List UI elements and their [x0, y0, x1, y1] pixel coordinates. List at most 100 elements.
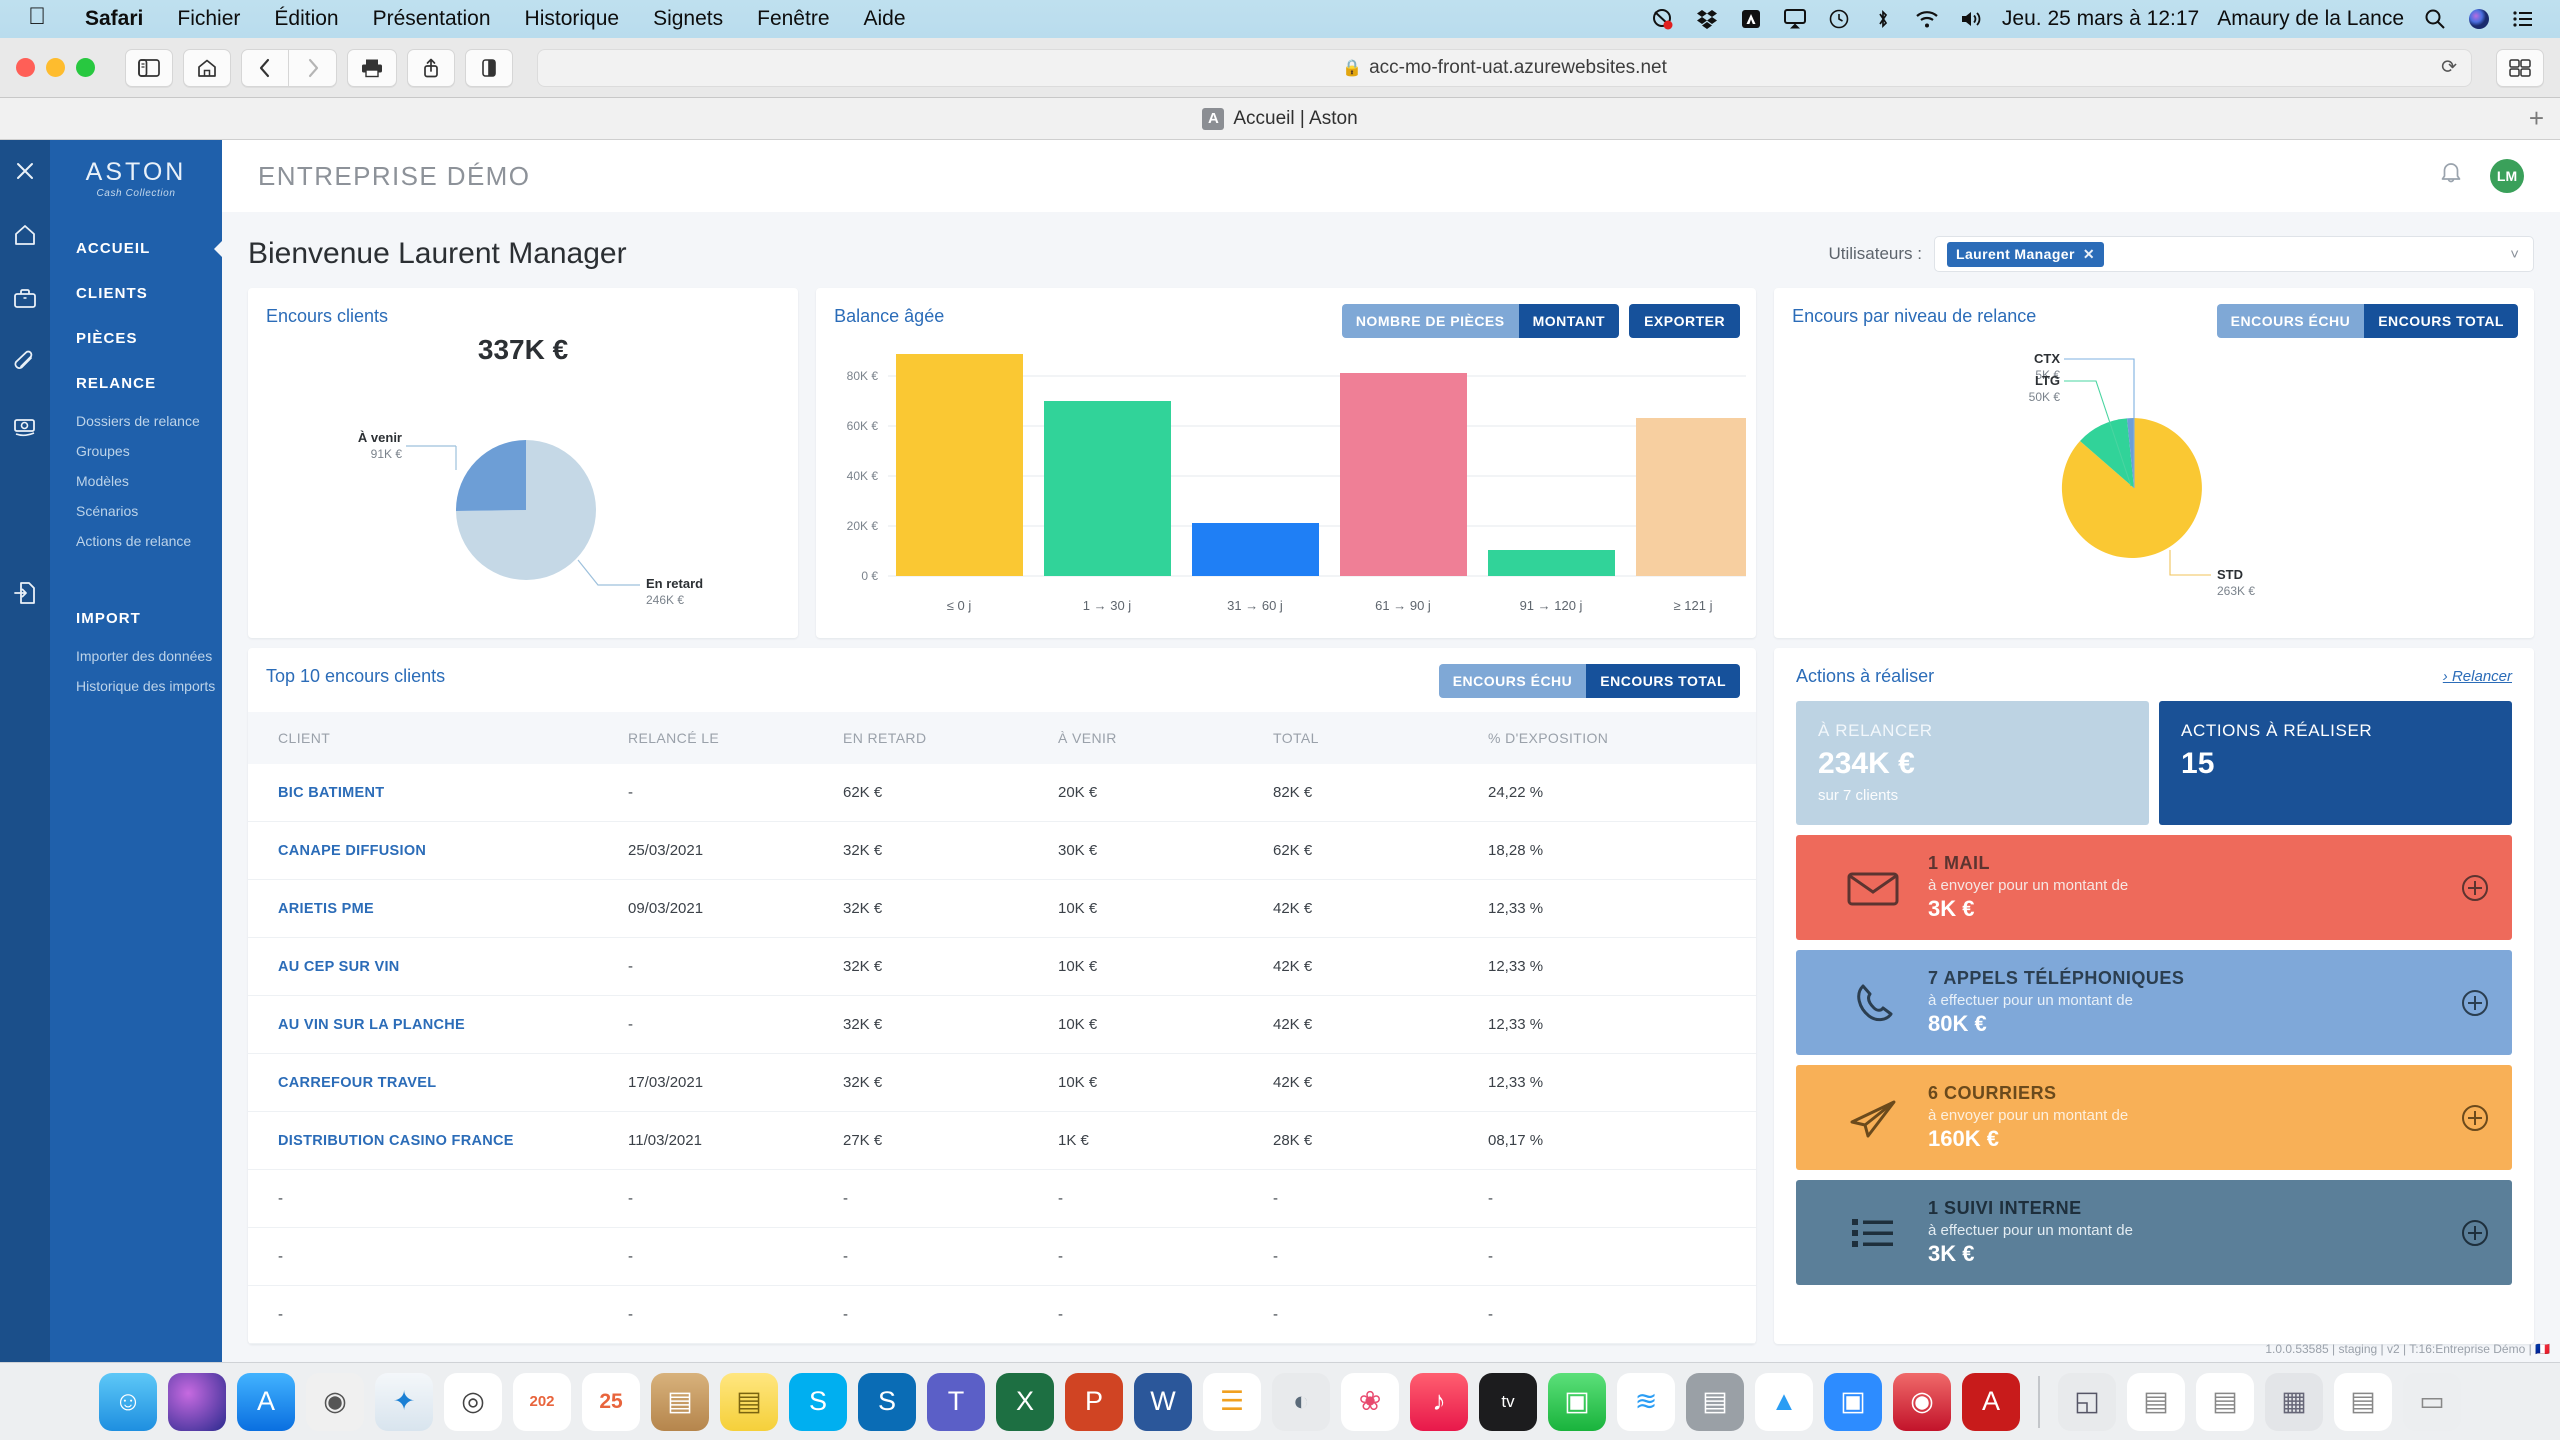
close-icon[interactable]: ✕ [2083, 246, 2095, 263]
creative-cloud-icon[interactable]: ◉ [1893, 1373, 1951, 1431]
close-menu-icon[interactable] [8, 154, 42, 188]
bar-1-30j[interactable] [1044, 401, 1171, 576]
column-total[interactable]: TOTAL [1273, 712, 1488, 764]
sidebar-subitem-actions-de-relance[interactable]: Actions de relance [50, 526, 222, 556]
add-action-appels-button[interactable] [2440, 988, 2490, 1018]
appletv-icon[interactable]: tv [1479, 1373, 1537, 1431]
sidebar-item-accueil[interactable]: ACCUEIL [50, 226, 222, 271]
table-row[interactable]: ------ [248, 1228, 1756, 1286]
forward-button[interactable] [289, 49, 337, 87]
drive-icon[interactable]: ▲ [1755, 1373, 1813, 1431]
avatar[interactable]: LM [2490, 159, 2524, 193]
sidebar-item-pieces[interactable]: PIÈCES [50, 316, 222, 361]
screen-recording-icon[interactable] [1650, 7, 1676, 31]
apple-logo-icon[interactable]:  [28, 3, 46, 31]
finder-icon[interactable]: ☺ [99, 1373, 157, 1431]
toggle-top10-encours-total[interactable]: ENCOURS TOTAL [1586, 664, 1740, 698]
table-row[interactable]: DISTRIBUTION CASINO FRANCE11/03/202127K … [248, 1112, 1756, 1170]
sidebar-subitem-scenarios[interactable]: Scénarios [50, 496, 222, 526]
home-icon[interactable] [8, 218, 42, 252]
launchpad-icon[interactable]: ◉ [306, 1373, 364, 1431]
sidebar-subitem-historique-des-imports[interactable]: Historique des imports [50, 671, 222, 701]
sidebar-subitem-groupes[interactable]: Groupes [50, 436, 222, 466]
powerpoint-icon[interactable]: P [1065, 1373, 1123, 1431]
bar-91-120j[interactable] [1488, 550, 1615, 576]
toggle-encours-total[interactable]: ENCOURS TOTAL [2364, 304, 2518, 338]
sidebar-item-clients[interactable]: CLIENTS [50, 271, 222, 316]
new-tab-button[interactable]: + [2529, 103, 2544, 134]
action-item-suivi-interne[interactable]: 1 SUIVI INTERNE à effectuer pour un mont… [1796, 1180, 2512, 1285]
sidebar-item-relance[interactable]: RELANCE [50, 361, 222, 406]
cell-client[interactable]: AU CEP SUR VIN [248, 938, 628, 996]
wifi-tool-icon[interactable]: ≋ [1617, 1373, 1675, 1431]
cell-client[interactable]: AU VIN SUR LA PLANCHE [248, 996, 628, 1054]
spotlight-search-icon[interactable] [2422, 7, 2448, 31]
table-row[interactable]: AU CEP SUR VIN-32K €10K €42K €12,33 % [248, 938, 1756, 996]
table-row[interactable]: CANAPE DIFFUSION25/03/202132K €30K €62K … [248, 822, 1756, 880]
close-window-button[interactable] [16, 58, 35, 77]
table-row[interactable]: AU VIN SUR LA PLANCHE-32K €10K €42K €12,… [248, 996, 1756, 1054]
action-item-mail[interactable]: 1 MAIL à envoyer pour un montant de 3K € [1796, 835, 2512, 940]
cell-client[interactable]: ARIETIS PME [248, 880, 628, 938]
table-row[interactable]: ------ [248, 1170, 1756, 1228]
toggle-nombre-de-pieces[interactable]: NOMBRE DE PIÈCES [1342, 304, 1519, 338]
table-row[interactable]: BIC BATIMENT-62K €20K €82K €24,22 % [248, 764, 1756, 822]
column-a-venir[interactable]: À VENIR [1058, 712, 1273, 764]
kpi-a-relancer[interactable]: À RELANCER 234K € sur 7 clients [1796, 701, 2149, 825]
menu-item-historique[interactable]: Historique [508, 7, 637, 31]
share-button[interactable] [407, 49, 455, 87]
excel-icon[interactable]: X [996, 1373, 1054, 1431]
siri-icon[interactable] [2466, 7, 2492, 31]
appstore-icon[interactable]: A [237, 1373, 295, 1431]
user-chip[interactable]: Laurent Manager ✕ [1947, 242, 2104, 267]
preview-icon[interactable]: ◱ [2058, 1373, 2116, 1431]
menu-item-fenetre[interactable]: Fenêtre [740, 7, 846, 31]
folder-images-icon[interactable]: ▦ [2265, 1373, 2323, 1431]
bar-31-60j[interactable] [1192, 523, 1319, 576]
bar-61-90j[interactable] [1340, 373, 1467, 576]
toggle-top10-encours-echu[interactable]: ENCOURS ÉCHU [1439, 664, 1587, 698]
bar-ge-121j[interactable] [1636, 418, 1746, 576]
menu-item-aide[interactable]: Aide [847, 7, 923, 31]
toggle-montant[interactable]: MONTANT [1519, 304, 1619, 338]
cell-client[interactable]: CANAPE DIFFUSION [248, 822, 628, 880]
dropbox-icon[interactable] [1694, 7, 1720, 31]
word-icon[interactable]: W [1134, 1373, 1192, 1431]
zoom-icon[interactable]: ▣ [1824, 1373, 1882, 1431]
control-center-icon[interactable] [2510, 7, 2536, 31]
sidebar-toggle-button[interactable] [125, 49, 173, 87]
money-icon[interactable] [8, 410, 42, 444]
airplay-icon[interactable] [1782, 7, 1808, 31]
chevron-down-icon[interactable]: ˅ [2510, 246, 2519, 263]
sidebar-subitem-dossiers-de-relance[interactable]: Dossiers de relance [50, 406, 222, 436]
table-row[interactable]: ------ [248, 1286, 1756, 1344]
sidebar-subitem-modeles[interactable]: Modèles [50, 466, 222, 496]
bar-le-0j[interactable] [896, 354, 1023, 576]
user-select-input[interactable]: Laurent Manager ✕ ˅ [1934, 236, 2534, 272]
column-en-retard[interactable]: EN RETARD [843, 712, 1058, 764]
menubar-username[interactable]: Amaury de la Lance [2217, 7, 2404, 31]
document2-icon[interactable]: ▤ [2196, 1373, 2254, 1431]
pie-slice-a-venir[interactable] [456, 440, 526, 511]
sidebar-subitem-importer-des-donnees[interactable]: Importer des données [50, 641, 222, 671]
window-controls[interactable] [16, 58, 95, 77]
maximize-window-button[interactable] [76, 58, 95, 77]
trash-icon[interactable]: ▭ [2403, 1373, 2461, 1431]
cell-client[interactable]: CARREFOUR TRAVEL [248, 1054, 628, 1112]
menu-item-safari[interactable]: Safari [68, 7, 160, 31]
table-row[interactable]: ARIETIS PME09/03/202132K €10K €42K €12,3… [248, 880, 1756, 938]
toggle-encours-echu[interactable]: ENCOURS ÉCHU [2217, 304, 2365, 338]
calendar-app-icon[interactable]: 202 [513, 1373, 571, 1431]
calendar-date-icon[interactable]: 25 [582, 1373, 640, 1431]
menu-item-fichier[interactable]: Fichier [160, 7, 257, 31]
export-button[interactable]: EXPORTER [1629, 304, 1740, 338]
back-button[interactable] [241, 49, 289, 87]
browser-tab-active[interactable]: A Accueil | Aston [1202, 108, 1357, 130]
column-pct-exposition[interactable]: % D'EXPOSITION [1488, 712, 1756, 764]
briefcase-icon[interactable] [8, 282, 42, 316]
add-action-mail-button[interactable] [2440, 873, 2490, 903]
add-action-suivi-button[interactable] [2440, 1218, 2490, 1248]
skype-icon[interactable]: S [789, 1373, 847, 1431]
teams-icon[interactable]: T [927, 1373, 985, 1431]
home-button[interactable] [183, 49, 231, 87]
